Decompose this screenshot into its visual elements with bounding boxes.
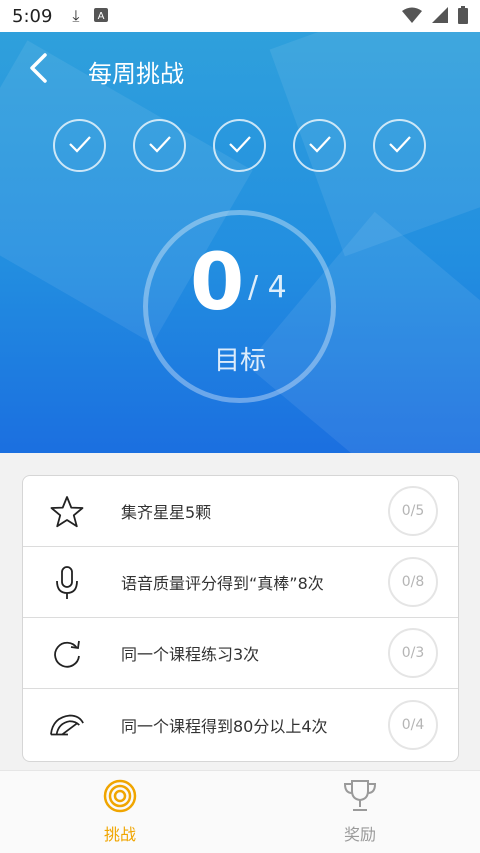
checkmark-icon <box>148 135 172 157</box>
checkmark-icon <box>308 135 332 157</box>
task-row[interactable]: 同一个课程得到80分以上4次 0/4 <box>23 689 458 760</box>
task-row[interactable]: 同一个课程练习3次 0/3 <box>23 618 458 689</box>
progress-current: 0 <box>190 238 245 328</box>
speedometer-icon <box>49 707 85 743</box>
app-notification-icon: A <box>93 7 108 26</box>
weekly-checkmarks <box>53 119 426 172</box>
trophy-icon <box>341 780 379 817</box>
check-circle <box>53 119 106 172</box>
refresh-icon <box>49 636 85 672</box>
task-label: 语音质量评分得到“真棒”8次 <box>121 574 324 593</box>
task-status-badge: 0/5 <box>388 486 438 536</box>
task-status-badge: 0/8 <box>388 557 438 607</box>
task-label: 同一个课程练习3次 <box>121 645 260 664</box>
status-bar: 5:09 ⤓ A <box>0 0 480 32</box>
task-status-badge: 0/4 <box>388 699 438 750</box>
download-icon: ⤓ <box>72 6 80 25</box>
chevron-left-icon <box>29 53 47 87</box>
check-circle <box>213 119 266 172</box>
task-label: 集齐星星5颗 <box>121 503 212 522</box>
tab-label: 奖励 <box>343 825 376 844</box>
checkmark-icon <box>388 135 412 157</box>
svg-text:A: A <box>97 11 104 22</box>
challenge-header: 每周挑战 0 / 4 目标 <box>0 32 480 453</box>
page-title: 每周挑战 <box>88 60 184 88</box>
microphone-icon <box>49 565 85 601</box>
target-icon <box>103 779 137 817</box>
battery-icon <box>458 6 468 29</box>
status-time: 5:09 <box>12 5 53 27</box>
back-button[interactable] <box>22 52 54 88</box>
bottom-tab-bar: 挑战 奖励 <box>0 770 480 853</box>
tab-challenge[interactable]: 挑战 <box>60 779 180 845</box>
tab-label: 挑战 <box>103 825 136 844</box>
checkmark-icon <box>68 135 92 157</box>
check-circle <box>133 119 186 172</box>
wifi-icon <box>402 7 422 28</box>
star-icon <box>49 494 85 530</box>
progress-total: / 4 <box>248 270 287 305</box>
check-circle <box>293 119 346 172</box>
task-row[interactable]: 语音质量评分得到“真棒”8次 0/8 <box>23 547 458 618</box>
checkmark-icon <box>228 135 252 157</box>
cellular-icon <box>432 7 448 28</box>
goal-label: 目标 <box>213 346 266 376</box>
task-status-badge: 0/3 <box>388 628 438 678</box>
task-row[interactable]: 集齐星星5颗 0/5 <box>23 476 458 547</box>
task-list: 集齐星星5颗 0/5 语音质量评分得到“真棒”8次 0/8 同一个课程练习3次 … <box>22 475 459 762</box>
tab-rewards[interactable]: 奖励 <box>300 779 420 845</box>
task-label: 同一个课程得到80分以上4次 <box>121 716 328 736</box>
check-circle <box>373 119 426 172</box>
